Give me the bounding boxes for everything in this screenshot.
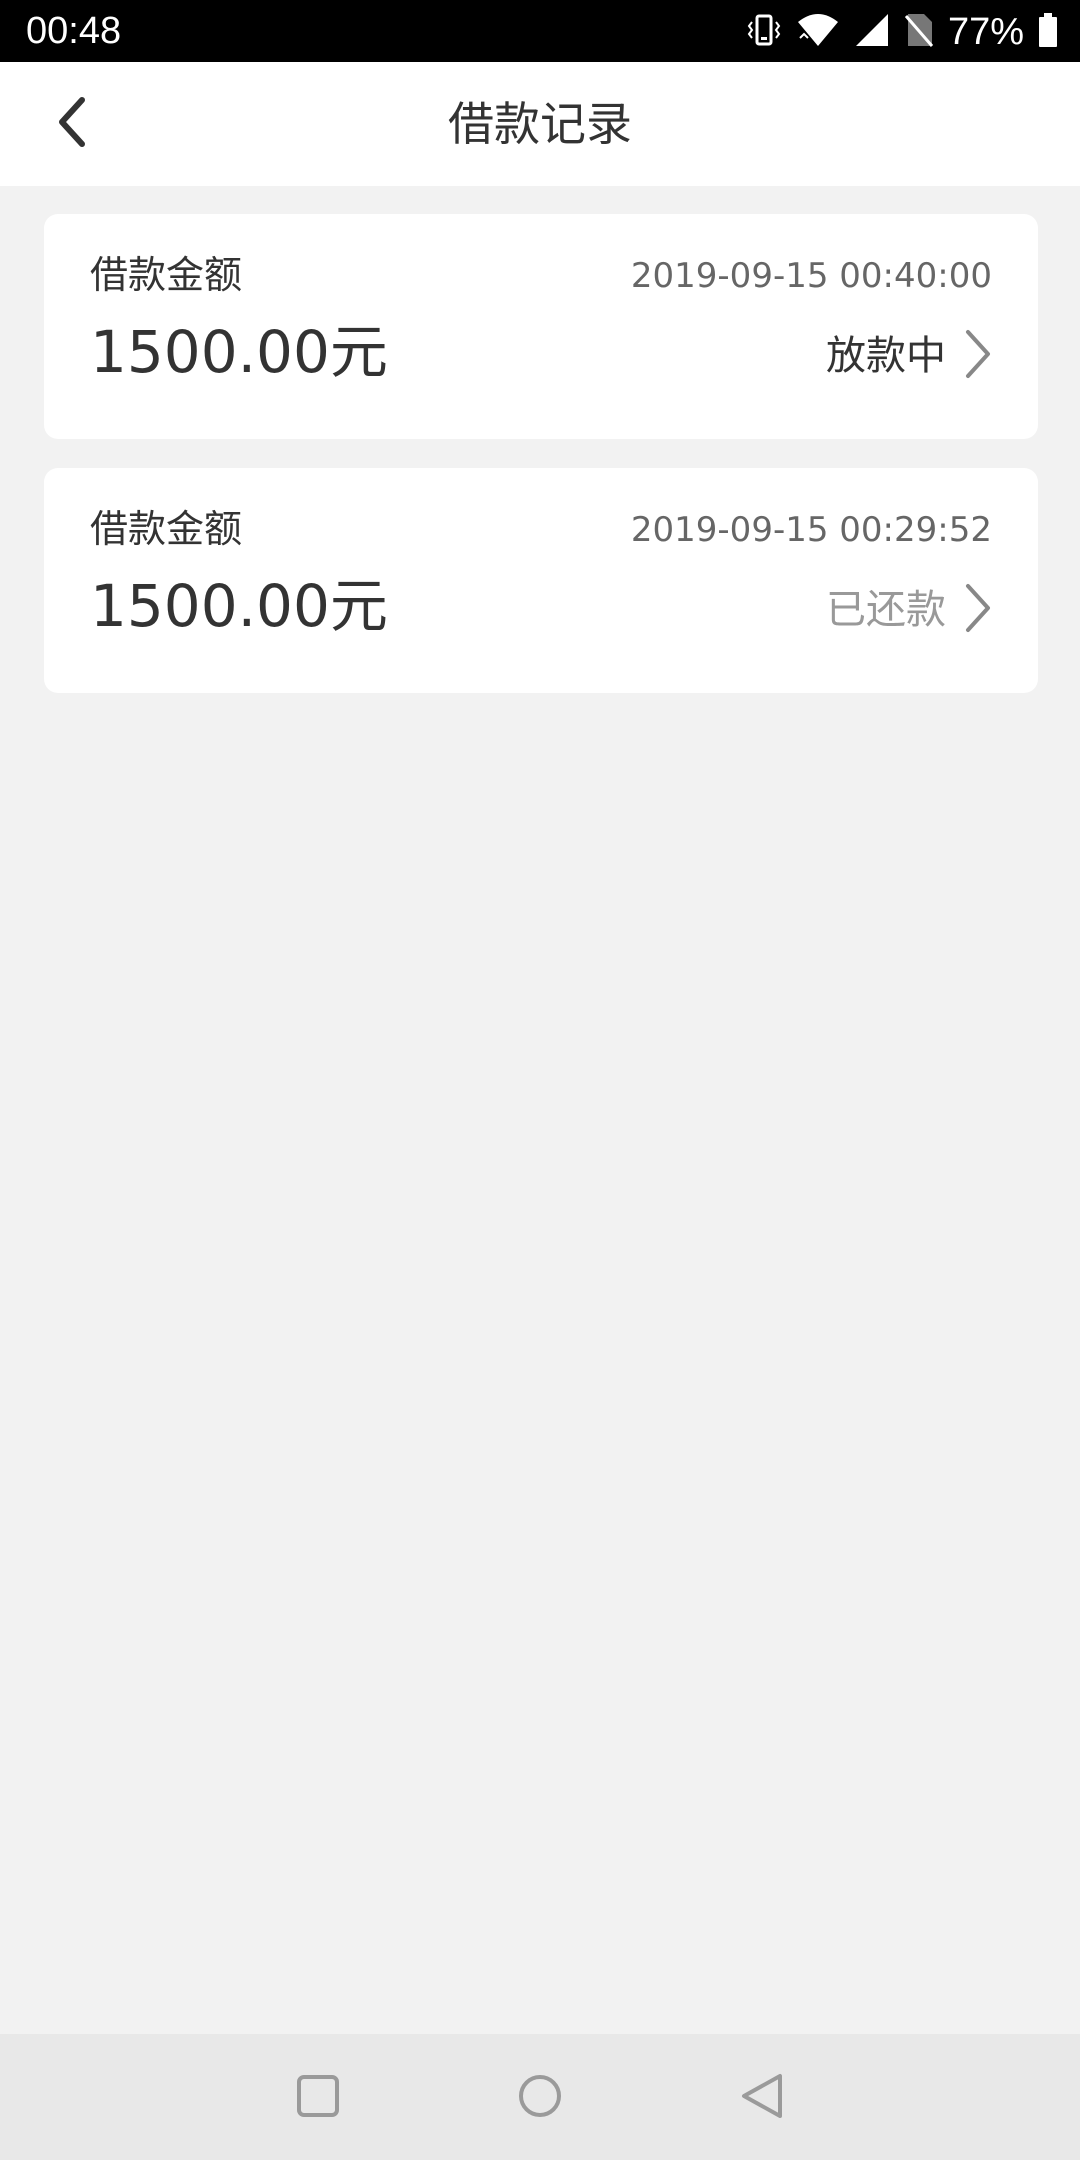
top-navigation-bar: 借款记录 <box>0 62 1080 186</box>
loan-status: 已还款 <box>826 580 992 640</box>
loan-amount: 1500.00元 <box>90 318 388 386</box>
loan-time: 2019-09-15 00:40:00 <box>630 256 992 296</box>
battery-icon <box>1038 12 1058 52</box>
status-bar: 00:48 77% <box>0 0 1080 62</box>
loan-record-card[interactable]: 借款金额 2019-09-15 00:40:00 1500.00元 放款中 <box>44 214 1038 439</box>
signal-icon <box>854 12 890 52</box>
loan-record-card[interactable]: 借款金额 2019-09-15 00:29:52 1500.00元 已还款 <box>44 468 1038 693</box>
back-nav-button[interactable] <box>728 2064 796 2132</box>
chevron-left-icon <box>52 94 92 154</box>
home-icon <box>517 2073 563 2123</box>
wifi-icon <box>796 12 840 52</box>
status-icons: 77% <box>746 10 1058 54</box>
loan-status-text: 放款中 <box>826 333 946 379</box>
loan-amount-label: 借款金额 <box>90 507 243 551</box>
system-navigation-bar <box>0 2034 1080 2160</box>
home-button[interactable] <box>506 2064 574 2132</box>
loan-status-text: 已还款 <box>826 587 946 633</box>
loan-amount: 1500.00元 <box>90 572 388 640</box>
recents-icon <box>296 2074 340 2122</box>
loan-record-list: 借款金额 2019-09-15 00:40:00 1500.00元 放款中 借款… <box>44 214 1038 722</box>
back-button[interactable] <box>40 92 104 156</box>
recents-button[interactable] <box>284 2064 352 2132</box>
loan-time: 2019-09-15 00:29:52 <box>630 510 992 550</box>
loan-status: 放款中 <box>826 326 992 386</box>
status-time: 00:48 <box>26 10 122 52</box>
chevron-right-icon <box>962 328 992 384</box>
back-triangle-icon <box>740 2072 784 2124</box>
battery-percentage: 77% <box>947 11 1024 53</box>
page-title: 借款记录 <box>448 97 632 151</box>
loan-amount-label: 借款金额 <box>90 253 243 297</box>
vibrate-icon <box>746 12 782 52</box>
chevron-right-icon <box>962 582 992 638</box>
no-sim-icon <box>904 12 934 52</box>
